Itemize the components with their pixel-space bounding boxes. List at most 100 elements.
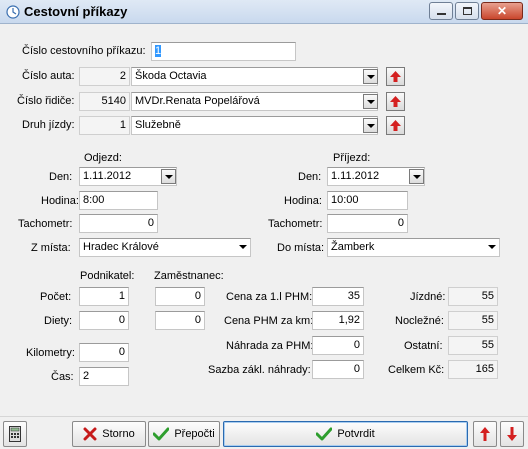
diets-label: Diety: bbox=[44, 315, 73, 327]
departure-odometer-label: Tachometr: bbox=[18, 218, 73, 230]
move-up-button[interactable] bbox=[473, 421, 497, 447]
departure-day-value: 1.11.2012 bbox=[83, 170, 132, 182]
calculator-icon bbox=[9, 426, 21, 442]
departure-day-dropdown[interactable] bbox=[161, 169, 176, 184]
confirm-button[interactable]: Potvrdit bbox=[223, 421, 468, 447]
travel-label: Jízdné: bbox=[410, 291, 446, 303]
arrival-place-value: Žamberk bbox=[331, 241, 375, 253]
employee-heading: Zaměstnanec: bbox=[154, 270, 224, 282]
count-entrepreneur-input[interactable]: 1 bbox=[79, 287, 129, 306]
car-id-field[interactable]: 2 bbox=[79, 67, 130, 86]
fuel-per-km-input[interactable]: 1,92 bbox=[312, 311, 364, 330]
chevron-down-icon bbox=[412, 174, 421, 179]
trip-type-id-field[interactable]: 1 bbox=[79, 116, 130, 135]
lodging-value: 55 bbox=[448, 311, 498, 330]
time-input[interactable]: 2 bbox=[79, 367, 129, 386]
car-dropdown-button[interactable] bbox=[363, 69, 378, 84]
trip-type-name: Služebně bbox=[135, 119, 181, 131]
arrival-day-label: Den: bbox=[298, 171, 322, 183]
travel-value: 55 bbox=[448, 287, 498, 306]
cancel-label: Storno bbox=[102, 428, 135, 440]
diets-entrepreneur-input[interactable]: 0 bbox=[79, 311, 129, 330]
maximize-button[interactable] bbox=[455, 2, 479, 20]
departure-hour-input[interactable]: 8:00 bbox=[79, 191, 158, 210]
total-value: 165 bbox=[448, 360, 498, 379]
driver-name: MVDr.Renata Popelářová bbox=[135, 95, 260, 107]
arrival-day-dropdown[interactable] bbox=[409, 169, 424, 184]
arrival-hour-input[interactable]: 10:00 bbox=[327, 191, 408, 210]
trip-type-label: Druh jízdy: bbox=[22, 119, 75, 131]
driver-id-field[interactable]: 5140 bbox=[79, 92, 130, 111]
base-rate-input[interactable]: 0 bbox=[312, 360, 364, 379]
confirm-label: Potvrdit bbox=[337, 428, 375, 440]
diets-employee-input[interactable]: 0 bbox=[155, 311, 205, 330]
fuel-comp-input[interactable]: 0 bbox=[312, 336, 364, 355]
lodging-label: Nocležné: bbox=[395, 315, 444, 327]
departure-place-label: Z místa: bbox=[31, 242, 71, 254]
order-number-label: Číslo cestovního příkazu: bbox=[22, 45, 146, 57]
window-title: Cestovní příkazy bbox=[24, 4, 128, 19]
other-label: Ostatní: bbox=[404, 340, 443, 352]
km-input[interactable]: 0 bbox=[79, 343, 129, 362]
trip-type-dropdown-button[interactable] bbox=[363, 118, 378, 133]
recalculate-label: Přepočti bbox=[174, 428, 215, 440]
app-icon bbox=[6, 5, 20, 19]
arrow-up-icon bbox=[390, 120, 401, 131]
title-bar: Cestovní příkazy ✕ bbox=[0, 0, 528, 24]
km-label: Kilometry: bbox=[26, 347, 75, 359]
departure-hour-label: Hodina: bbox=[41, 195, 79, 207]
driver-combo[interactable]: MVDr.Renata Popelářová bbox=[131, 92, 378, 111]
chevron-down-icon bbox=[366, 74, 375, 79]
recalculate-button[interactable]: Přepočti bbox=[148, 421, 220, 447]
departure-place-combo[interactable]: Hradec Králové bbox=[79, 238, 251, 257]
chevron-down-icon bbox=[366, 99, 375, 104]
driver-add-button[interactable] bbox=[386, 92, 405, 111]
cancel-x-icon bbox=[83, 427, 97, 441]
arrival-odometer-input[interactable]: 0 bbox=[327, 214, 408, 233]
trip-type-add-button[interactable] bbox=[386, 116, 405, 135]
arrow-up-icon bbox=[390, 96, 401, 107]
close-icon: ✕ bbox=[496, 4, 508, 18]
driver-label: Číslo řidiče: bbox=[17, 95, 75, 107]
arrow-up-icon bbox=[390, 71, 401, 82]
minimize-icon bbox=[436, 13, 446, 15]
departure-odometer-input[interactable]: 0 bbox=[79, 214, 158, 233]
close-button[interactable]: ✕ bbox=[481, 2, 523, 20]
car-combo[interactable]: Škoda Octavia bbox=[131, 67, 378, 86]
car-name: Škoda Octavia bbox=[135, 70, 207, 82]
fuel-price-input[interactable]: 35 bbox=[312, 287, 364, 306]
order-number-value: 1 bbox=[155, 45, 162, 57]
chevron-down-icon bbox=[366, 123, 375, 128]
driver-dropdown-button[interactable] bbox=[363, 94, 378, 109]
car-label: Číslo auta: bbox=[22, 70, 75, 82]
total-label: Celkem Kč: bbox=[388, 364, 445, 376]
trip-type-combo[interactable]: Služebně bbox=[131, 116, 378, 135]
order-number-input[interactable]: 1 bbox=[151, 42, 296, 61]
cancel-button[interactable]: Storno bbox=[72, 421, 146, 447]
calculator-button[interactable] bbox=[3, 421, 27, 447]
arrival-place-combo[interactable]: Žamberk bbox=[327, 238, 500, 257]
base-rate-label: Sazba zákl. náhrady: bbox=[208, 364, 311, 376]
arrival-heading: Příjezd: bbox=[333, 152, 371, 164]
count-employee-input[interactable]: 0 bbox=[155, 287, 205, 306]
entrepreneur-heading: Podnikatel: bbox=[80, 270, 135, 282]
departure-heading: Odjezd: bbox=[84, 152, 122, 164]
arrival-day-value: 1.11.2012 bbox=[331, 170, 380, 182]
car-add-button[interactable] bbox=[386, 67, 405, 86]
arrival-place-label: Do místa: bbox=[277, 242, 325, 254]
arrival-hour-label: Hodina: bbox=[284, 195, 322, 207]
maximize-icon bbox=[462, 7, 472, 15]
chevron-down-icon bbox=[164, 174, 173, 179]
move-down-button[interactable] bbox=[500, 421, 524, 447]
arrow-down-icon bbox=[507, 427, 517, 441]
departure-place-value: Hradec Králové bbox=[83, 241, 159, 253]
chevron-down-icon bbox=[488, 245, 496, 249]
time-label: Čas: bbox=[51, 371, 74, 383]
other-value: 55 bbox=[448, 336, 498, 355]
checkmark-icon bbox=[316, 427, 333, 441]
arrival-odometer-label: Tachometr: bbox=[268, 218, 323, 230]
fuel-price-label: Cena za 1.l PHM: bbox=[226, 291, 313, 303]
chevron-down-icon bbox=[239, 245, 247, 249]
minimize-button[interactable] bbox=[429, 2, 453, 20]
checkmark-icon bbox=[153, 427, 170, 441]
